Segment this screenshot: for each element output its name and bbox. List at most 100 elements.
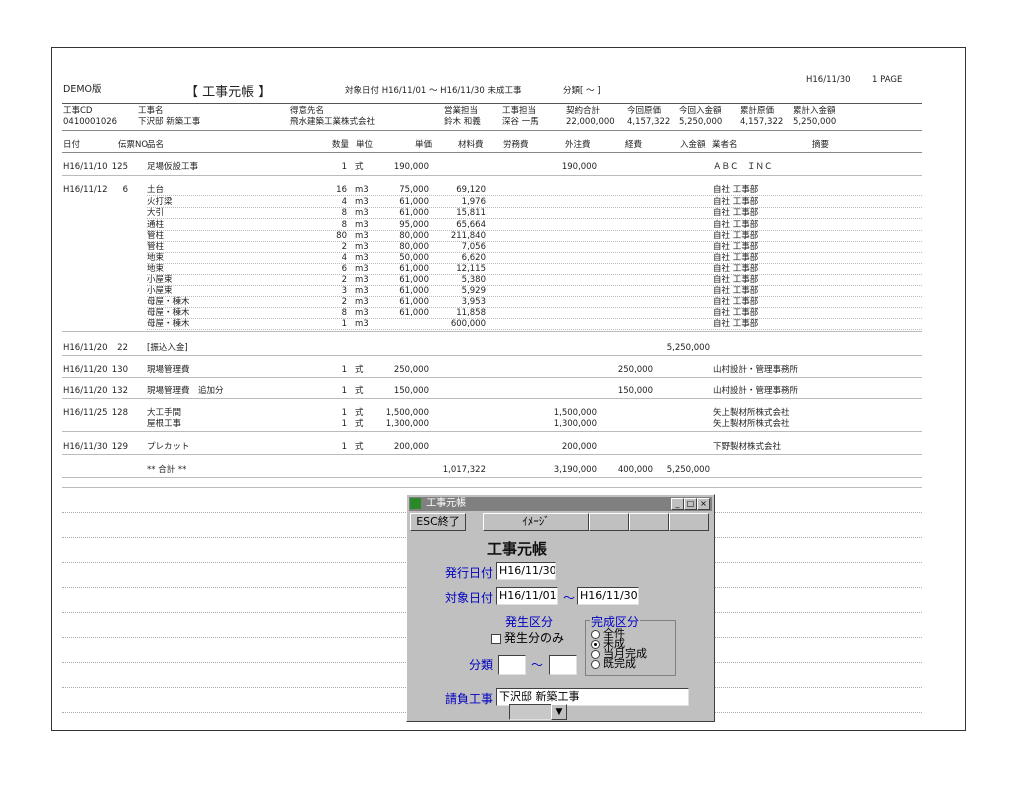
column-header-cell: 入金額 — [680, 140, 706, 150]
project-header-value: 深谷 一馬 — [502, 117, 539, 127]
toolbar-button-blank-2[interactable] — [629, 513, 669, 531]
column-header-cell: 日付 — [63, 140, 81, 150]
row-vendor: 自社 工事部 — [713, 275, 759, 285]
row-unit: m3 — [355, 231, 369, 241]
bunrui-label: 分類 — [469, 658, 494, 672]
row-unit: m3 — [355, 264, 369, 274]
maximize-icon[interactable]: □ — [684, 498, 697, 510]
row-vendor: 自社 工事部 — [713, 297, 759, 307]
image-button[interactable]: ｲﾒｰｼﾞ — [483, 513, 589, 531]
project-header-label: 今回原価 — [627, 106, 662, 116]
row-slip-no: 22 — [117, 343, 128, 353]
row-material: 65,664 — [456, 220, 486, 230]
row-vendor: 矢上製材所株式会社 — [713, 408, 790, 418]
row-rule — [62, 175, 922, 176]
minimize-icon[interactable]: _ — [671, 498, 684, 510]
row-date: H16/11/30 — [63, 442, 108, 452]
row-unit: 式 — [355, 408, 364, 418]
row-income: 5,250,000 — [666, 343, 710, 353]
complete-radio-option[interactable]: 既完成 — [591, 658, 636, 669]
row-price: 61,000 — [399, 264, 429, 274]
row-item: 大工手間 — [147, 408, 182, 418]
row-unit: m3 — [355, 185, 369, 195]
report-bunrui: 分類[ ～ ] — [563, 86, 601, 96]
target-from-field[interactable]: H16/11/01 — [496, 587, 558, 605]
row-qty: 1 — [341, 419, 347, 429]
row-qty: 16 — [336, 185, 347, 195]
dialog-heading: 工事元帳 — [487, 540, 548, 558]
row-divider — [147, 263, 922, 264]
project-header-label: 営業担当 — [444, 106, 479, 116]
row-qty: 2 — [341, 242, 347, 252]
row-material: 6,620 — [461, 253, 486, 263]
dialog-titlebar[interactable]: 工事元帳 _ □ × — [409, 497, 712, 511]
toolbar-button-blank-3[interactable] — [669, 513, 709, 531]
total-label: ** 合計 ** — [147, 465, 187, 475]
issue-date-label: 発行日付 — [445, 566, 494, 580]
row-price: 250,000 — [393, 365, 429, 375]
project-header-label: 累計入金額 — [793, 106, 836, 116]
row-qty: 80 — [336, 231, 347, 241]
occur-only-label: 発生分のみ — [504, 631, 565, 645]
chevron-down-icon[interactable]: ▼ — [551, 704, 567, 720]
row-date: H16/11/12 — [63, 185, 108, 195]
row-vendor: 矢上製材所株式会社 — [713, 419, 790, 429]
row-divider — [147, 195, 922, 196]
total-expense: 400,000 — [617, 465, 653, 475]
row-rule — [62, 377, 922, 378]
project-header-label: 得意先名 — [290, 106, 325, 116]
row-price: 61,000 — [399, 197, 429, 207]
row-unit: m3 — [355, 308, 369, 318]
row-divider — [147, 252, 922, 253]
row-divider — [147, 296, 922, 297]
row-material: 600,000 — [450, 319, 486, 329]
bunrui-from-field[interactable] — [498, 655, 526, 675]
row-rule — [62, 398, 922, 399]
checkbox-icon — [491, 633, 501, 644]
bunrui-tilde: ～ — [531, 658, 544, 672]
total-income: 5,250,000 — [666, 465, 710, 475]
row-rule — [62, 331, 922, 332]
bunrui-to-field[interactable] — [549, 655, 577, 675]
project-header-value: 4,157,322 — [627, 117, 671, 127]
occur-only-checkbox[interactable]: 発生分のみ — [491, 629, 564, 646]
row-vendor: 自社 工事部 — [713, 286, 759, 296]
row-material: 15,811 — [456, 208, 486, 218]
row-unit: m3 — [355, 253, 369, 263]
row-unit: m3 — [355, 242, 369, 252]
close-icon[interactable]: × — [697, 498, 710, 510]
target-to-field[interactable]: H16/11/30 — [577, 587, 639, 605]
row-item: 通柱 — [147, 220, 165, 230]
row-unit: m3 — [355, 208, 369, 218]
row-item: 足場仮設工事 — [147, 162, 199, 172]
row-rule — [62, 355, 922, 356]
row-vendor: 自社 工事部 — [713, 220, 759, 230]
row-unit: m3 — [355, 286, 369, 296]
row-divider — [147, 207, 922, 208]
row-date: H16/11/20 — [63, 365, 108, 375]
esc-exit-button[interactable]: ESC終了 — [410, 513, 466, 531]
row-item: プレカット — [147, 442, 190, 452]
column-header-cell: 単位 — [356, 140, 374, 150]
project-header-label: 工事CD — [63, 106, 93, 116]
total-outsource: 3,190,000 — [553, 465, 597, 475]
row-rule — [62, 454, 922, 455]
row-qty: 2 — [341, 275, 347, 285]
issue-date-field[interactable]: H16/11/30 — [496, 562, 556, 580]
row-qty: 4 — [341, 197, 347, 207]
row-date: H16/11/20 — [63, 386, 108, 396]
row-vendor: 下野製材株式会社 — [713, 442, 782, 452]
row-material: 12,115 — [456, 264, 486, 274]
row-unit: m3 — [355, 297, 369, 307]
project-header-value: 飛水建築工業株式会社 — [290, 117, 376, 127]
row-qty: 1 — [341, 365, 347, 375]
row-item: 母屋・棟木 — [147, 319, 190, 329]
row-unit: m3 — [355, 319, 369, 329]
row-slip-no: 129 — [111, 442, 128, 452]
row-date: H16/11/10 — [63, 162, 108, 172]
row-price: 61,000 — [399, 297, 429, 307]
toolbar-button-blank-1[interactable] — [589, 513, 629, 531]
target-date-label: 対象日付 — [445, 591, 494, 605]
row-slip-no: 130 — [111, 365, 128, 375]
row-unit: m3 — [355, 197, 369, 207]
